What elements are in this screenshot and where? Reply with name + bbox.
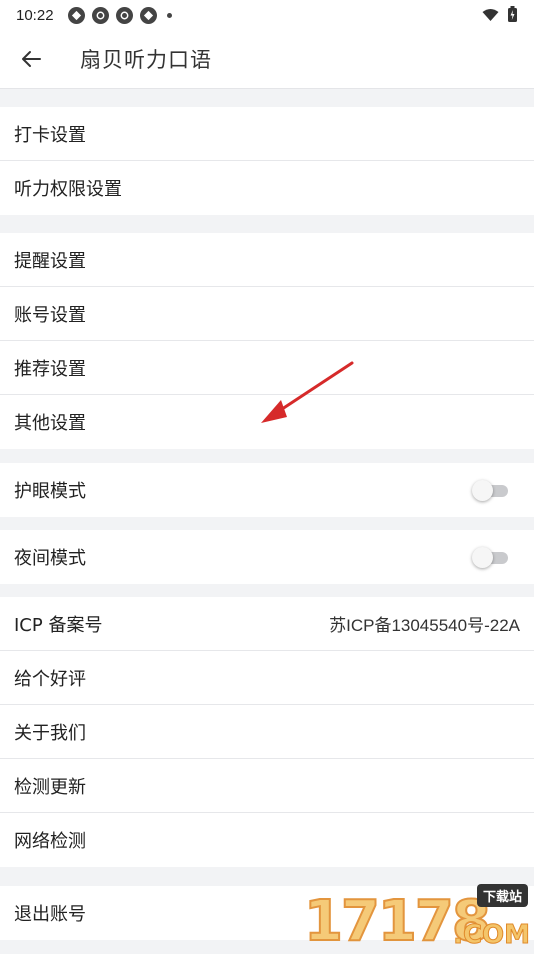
night-mode-toggle[interactable] (472, 546, 510, 568)
more-notifications-icon (166, 12, 172, 18)
notification-app-icon (91, 6, 109, 24)
setting-row-account[interactable]: 账号设置 (0, 287, 534, 341)
setting-row-checkin[interactable]: 打卡设置 (0, 107, 534, 161)
setting-label: 听力权限设置 (14, 179, 122, 200)
setting-row-check-update[interactable]: 检测更新 (0, 759, 534, 813)
settings-group: 提醒设置 账号设置 推荐设置 其他设置 (0, 233, 534, 449)
setting-row-night-mode: 夜间模式 (0, 530, 534, 584)
status-bar: 10:22 (0, 0, 534, 30)
setting-label: 退出账号 (14, 904, 86, 925)
setting-row-eye-protection: 护眼模式 (0, 463, 534, 517)
setting-label: 护眼模式 (14, 481, 86, 502)
setting-label: 其他设置 (14, 413, 86, 434)
eye-protection-toggle[interactable] (472, 479, 510, 501)
setting-row-reminder[interactable]: 提醒设置 (0, 233, 534, 287)
settings-group: 护眼模式 (0, 463, 534, 517)
setting-label: 推荐设置 (14, 358, 86, 380)
back-button[interactable] (15, 43, 47, 75)
toggle-knob (472, 480, 493, 501)
toggle-knob (472, 547, 493, 568)
setting-row-listening-permission[interactable]: 听力权限设置 (0, 161, 534, 215)
setting-row-rate[interactable]: 给个好评 (0, 651, 534, 705)
battery-icon (508, 6, 517, 22)
site-watermark: 17178 下载站 .COM (303, 880, 532, 951)
setting-row-icp[interactable]: ICP 备案号 苏ICP备13045540号-22A (0, 597, 534, 651)
setting-label: 网络检测 (14, 831, 86, 852)
setting-row-other[interactable]: 其他设置 (0, 395, 534, 449)
app-bar: 扇贝听力口语 (0, 30, 534, 89)
setting-label: 检测更新 (14, 776, 86, 798)
status-time: 10:22 (16, 6, 54, 24)
settings-group: ICP 备案号 苏ICP备13045540号-22A 给个好评 关于我们 检测更… (0, 597, 534, 867)
setting-label: 账号设置 (14, 304, 86, 326)
settings-group: 夜间模式 (0, 530, 534, 584)
setting-row-recommendation[interactable]: 推荐设置 (0, 341, 534, 395)
setting-row-about[interactable]: 关于我们 (0, 705, 534, 759)
wifi-icon (482, 8, 499, 21)
setting-label: ICP 备案号 (14, 614, 103, 636)
watermark-suffix: .COM (453, 920, 531, 950)
setting-row-network-check[interactable]: 网络检测 (0, 813, 534, 867)
notification-app-icon (139, 6, 157, 24)
setting-label: 提醒设置 (14, 250, 86, 272)
setting-label: 给个好评 (14, 668, 86, 690)
icp-number: 苏ICP备13045540号-22A (329, 616, 520, 635)
watermark-badge: 下载站 (476, 884, 528, 907)
setting-label: 打卡设置 (14, 124, 86, 146)
arrow-left-icon (22, 51, 41, 67)
setting-label: 关于我们 (14, 722, 86, 744)
notification-app-icon (115, 6, 133, 24)
settings-group: 打卡设置 听力权限设置 (0, 107, 534, 215)
page-title: 扇贝听力口语 (80, 48, 212, 72)
setting-label: 夜间模式 (14, 548, 86, 569)
notification-app-icon (67, 6, 85, 24)
